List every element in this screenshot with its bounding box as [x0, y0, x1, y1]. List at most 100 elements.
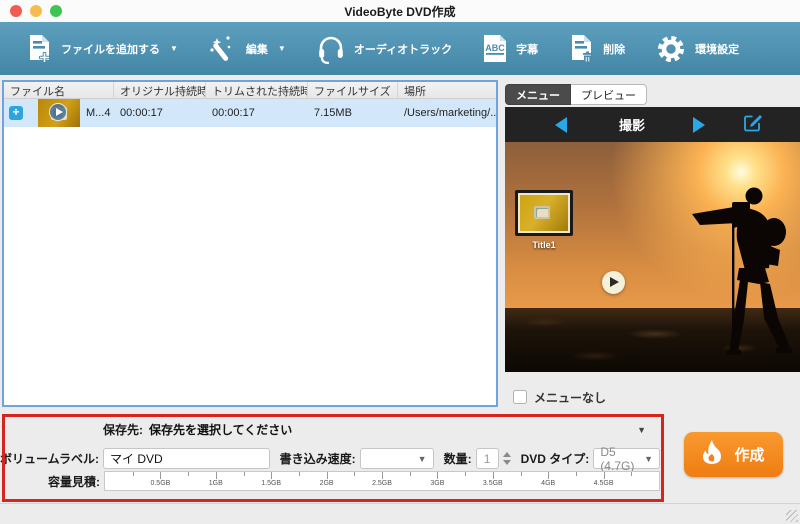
capacity-tick-label: 4GB: [541, 480, 556, 487]
menu-play-icon[interactable]: [602, 271, 625, 294]
stepper-down-icon[interactable]: [502, 460, 511, 465]
burn-settings-panel: 保存先: 保存先を選択してください ▼ ボリュームラベル: マイ DVD 書き込…: [0, 414, 800, 503]
tab-preview[interactable]: プレビュー: [571, 84, 647, 105]
volume-row: ボリュームラベル: マイ DVD 書き込み速度: ▼ 数量: 1 DVD タイプ…: [0, 445, 660, 473]
quantity-label: 数量:: [443, 452, 472, 466]
status-bar: [0, 503, 800, 524]
create-button-label: 作成: [734, 447, 765, 464]
capacity-major-tick: [603, 472, 605, 479]
main-toolbar: ファイルを追加する ▼ 編集 ▼ オーディオトラック ABC 字幕 削除 環境設…: [0, 22, 800, 75]
gear-icon: [655, 33, 687, 65]
volume-input[interactable]: マイ DVD: [103, 448, 270, 469]
capacity-minor-tick: [520, 472, 522, 476]
capacity-minor-tick: [409, 472, 411, 476]
column-header-original-duration[interactable]: オリジナル持続時間: [114, 82, 206, 98]
column-header-filesize[interactable]: ファイルサイズ: [308, 82, 398, 98]
svg-text:ABC: ABC: [485, 43, 505, 53]
table-row[interactable]: + M...4 00:00:17 00:00:17 7.15MB /Users/…: [4, 99, 496, 127]
file-list-pane: ファイル名 オリジナル持続時間 トリムされた持続時間 ファイルサイズ 場所 + …: [2, 80, 498, 407]
add-audio-icon[interactable]: +: [9, 106, 23, 120]
destination-row: 保存先: 保存先を選択してください ▼: [0, 421, 660, 438]
volume-label: ボリュームラベル:: [0, 452, 100, 466]
column-header-location[interactable]: 場所: [398, 82, 496, 98]
audio-track-button[interactable]: オーディオトラック: [316, 33, 452, 65]
tab-menu[interactable]: メニュー: [505, 84, 571, 105]
edit-button[interactable]: 編集 ▼: [208, 34, 286, 64]
subtitle-abc-icon: ABC: [482, 34, 508, 64]
magic-wand-icon: [208, 34, 238, 64]
delete-label: 削除: [603, 43, 626, 56]
capacity-tick-label: 2.5GB: [372, 480, 392, 487]
flame-icon: [702, 440, 722, 469]
photographer-silhouette: [690, 180, 800, 363]
capacity-minor-tick: [465, 472, 467, 476]
capacity-minor-tick: [354, 472, 356, 476]
capacity-minor-tick: [188, 472, 190, 476]
capacity-tick-label: 4.5GB: [593, 480, 614, 487]
location-cell: /Users/marketing/...: [404, 107, 496, 119]
capacity-tick-label: 2GB: [319, 480, 334, 487]
add-file-label: ファイルを追加する: [61, 43, 160, 56]
no-menu-label: メニューなし: [534, 390, 607, 405]
resize-grip[interactable]: [786, 510, 798, 522]
title-bar: VideoByte DVD作成: [0, 0, 800, 22]
menu-preview-panel: メニュー プレビュー 撮影 Title1 メニューなし: [505, 82, 800, 414]
minimize-window-button[interactable]: [30, 5, 42, 17]
add-file-caret-icon: ▼: [170, 44, 178, 53]
headphones-icon: [316, 33, 346, 65]
add-file-button[interactable]: ファイルを追加する ▼: [26, 34, 178, 64]
subtitle-button[interactable]: ABC 字幕: [482, 34, 538, 64]
settings-label: 環境設定: [695, 43, 740, 56]
burn-speed-select[interactable]: ▼: [359, 448, 434, 469]
edit-label: 編集: [245, 43, 268, 56]
stepper-up-icon[interactable]: [502, 452, 511, 457]
capacity-minor-tick: [243, 472, 245, 476]
edit-caret-icon: ▼: [277, 44, 286, 53]
create-button[interactable]: 作成: [684, 432, 783, 477]
window-title: VideoByte DVD作成: [344, 4, 456, 19]
menu-preview-image: Title1: [505, 142, 800, 372]
burn-speed-caret-icon: ▼: [417, 453, 427, 464]
video-thumbnail[interactable]: [38, 99, 80, 127]
capacity-major-tick: [215, 472, 217, 479]
previous-template-icon[interactable]: [555, 116, 567, 133]
capacity-meter: 0.5GB 1GB 1.5GB 2GB 2.5GB 3GB 3.5GB 4GB 4.5GB: [104, 471, 660, 491]
file-size-cell: 7.15MB: [314, 107, 352, 119]
traffic-lights: [10, 5, 62, 17]
settings-button[interactable]: 環境設定: [655, 33, 739, 65]
next-template-icon[interactable]: [693, 116, 706, 133]
menu-title-thumbnail[interactable]: [515, 190, 573, 236]
close-window-button[interactable]: [10, 5, 22, 17]
template-nav-bar: 撮影: [505, 107, 800, 142]
destination-caret-icon[interactable]: ▼: [637, 425, 646, 435]
dvd-type-caret-icon: ▼: [644, 453, 653, 464]
column-header-trimmed-duration[interactable]: トリムされた持続時間: [206, 82, 308, 98]
quantity-stepper[interactable]: [502, 452, 511, 465]
dvd-type-label: DVD タイプ:: [520, 452, 590, 466]
dvd-type-select[interactable]: D5 (4.7G) ▼: [593, 445, 660, 473]
original-duration-cell: 00:00:17: [120, 107, 163, 119]
capacity-major-tick: [326, 472, 328, 479]
add-file-icon: [26, 34, 53, 64]
audio-track-label: オーディオトラック: [353, 43, 453, 56]
delete-file-icon: [568, 34, 595, 64]
panel-tabs: メニュー プレビュー: [505, 84, 800, 105]
thumbnail-play-icon: [49, 103, 67, 121]
zoom-window-button[interactable]: [50, 5, 62, 17]
capacity-tick-label: 3.5GB: [482, 480, 503, 487]
capacity-major-tick: [382, 472, 383, 479]
capacity-major-tick: [160, 472, 162, 479]
menu-title-label: Title1: [532, 240, 556, 250]
destination-select[interactable]: 保存先を選択してください: [149, 421, 637, 438]
edit-menu-icon[interactable]: [743, 112, 763, 137]
capacity-major-tick: [271, 472, 273, 479]
capacity-tick-label: 1.5GB: [261, 480, 282, 487]
capacity-minor-tick: [631, 472, 633, 476]
no-menu-checkbox[interactable]: [513, 390, 527, 404]
column-header-filename[interactable]: ファイル名: [4, 82, 114, 98]
menu-title-thumbnail-image: [518, 193, 570, 233]
quantity-input[interactable]: 1: [475, 448, 499, 469]
capacity-tick-label: 0.5GB: [150, 480, 171, 487]
capacity-minor-tick: [575, 472, 577, 476]
delete-button[interactable]: 削除: [568, 34, 625, 64]
